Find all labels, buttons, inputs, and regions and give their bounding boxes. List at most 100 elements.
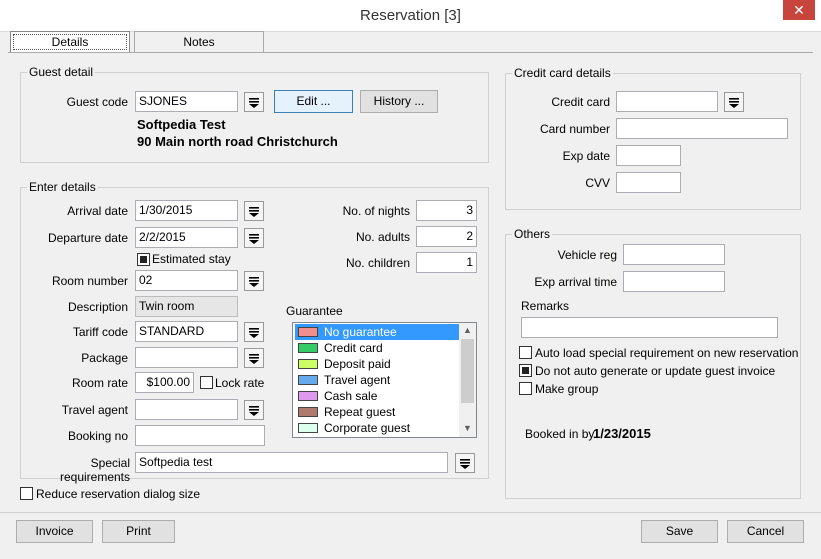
- list-icon: [249, 328, 259, 338]
- vehicle-reg-label: Vehicle reg: [557, 248, 617, 262]
- list-icon: [460, 459, 470, 469]
- departure-date-input[interactable]: 2/2/2015: [135, 227, 238, 248]
- list-item[interactable]: No guarantee: [295, 324, 459, 340]
- no-auto-invoice-label: Do not auto generate or update guest inv…: [535, 364, 776, 378]
- estimated-stay-checkbox[interactable]: [137, 253, 150, 266]
- list-item[interactable]: Repeat guest: [295, 404, 459, 420]
- list-item[interactable]: Cash sale: [295, 388, 459, 404]
- special-requirements-dropdown[interactable]: [455, 453, 475, 473]
- remarks-input[interactable]: [521, 317, 778, 338]
- scroll-thumb[interactable]: [461, 339, 474, 403]
- color-swatch: [298, 359, 318, 369]
- exp-date-input[interactable]: [616, 145, 681, 166]
- travel-agent-label: Travel agent: [61, 403, 128, 417]
- tab-notes[interactable]: Notes: [134, 31, 264, 53]
- booking-no-input[interactable]: [135, 425, 265, 446]
- make-group-checkbox[interactable]: [519, 382, 532, 395]
- list-item[interactable]: Deposit paid: [295, 356, 459, 372]
- close-button[interactable]: ✕: [783, 0, 815, 20]
- departure-date-dropdown[interactable]: [244, 228, 264, 248]
- arrival-date-label: Arrival date: [67, 204, 128, 218]
- room-rate-input[interactable]: $100.00: [135, 372, 194, 393]
- list-icon: [249, 277, 259, 287]
- guarantee-listbox[interactable]: No guarantee Credit card Deposit paid Tr…: [292, 322, 477, 438]
- auto-load-checkbox[interactable]: [519, 346, 532, 359]
- credit-card-input[interactable]: [616, 91, 718, 112]
- booking-no-label: Booking no: [67, 429, 128, 443]
- credit-card-dropdown[interactable]: [724, 92, 744, 112]
- list-item-label: Repeat guest: [324, 405, 396, 419]
- children-input[interactable]: 1: [416, 252, 477, 273]
- reduce-dialog-label: Reduce reservation dialog size: [36, 487, 201, 501]
- lock-rate-label: Lock rate: [215, 376, 265, 390]
- package-input[interactable]: [135, 347, 238, 368]
- history-button[interactable]: History ...: [360, 90, 438, 113]
- list-item[interactable]: Travel agent: [295, 372, 459, 388]
- estimated-stay-label: Estimated stay: [152, 252, 231, 266]
- adults-input[interactable]: 2: [416, 226, 477, 247]
- arrival-date-dropdown[interactable]: [244, 201, 264, 221]
- reduce-dialog-checkbox[interactable]: [20, 487, 33, 500]
- tariff-code-dropdown[interactable]: [244, 322, 264, 342]
- nights-input[interactable]: 3: [416, 200, 477, 221]
- exp-arrival-time-input[interactable]: [623, 271, 725, 292]
- room-rate-label: Room rate: [71, 376, 128, 390]
- travel-agent-dropdown[interactable]: [244, 400, 264, 420]
- tab-details-label: Details: [12, 34, 128, 50]
- guest-detail-title: Guest detail: [27, 65, 96, 79]
- tariff-code-input[interactable]: STANDARD: [135, 321, 238, 342]
- card-number-input[interactable]: [616, 118, 788, 139]
- print-button[interactable]: Print: [102, 520, 175, 543]
- tab-details[interactable]: Details: [10, 31, 130, 53]
- children-label: No. children: [345, 256, 410, 270]
- exp-date-label: Exp date: [562, 149, 610, 163]
- cvv-input[interactable]: [616, 172, 681, 193]
- edit-guest-button[interactable]: Edit ...: [274, 90, 353, 113]
- list-item-label: Corporate guest: [324, 421, 411, 435]
- package-dropdown[interactable]: [244, 348, 264, 368]
- chevron-up-icon[interactable]: ▲: [463, 325, 472, 335]
- list-icon: [249, 406, 259, 416]
- list-item[interactable]: Corporate guest: [295, 420, 459, 436]
- card-number-label: Card number: [539, 122, 610, 136]
- window-title: Reservation [3]: [360, 7, 461, 24]
- invoice-button[interactable]: Invoice: [16, 520, 93, 543]
- guest-name: Softpedia Test: [137, 117, 226, 132]
- cancel-button[interactable]: Cancel: [727, 520, 804, 543]
- room-number-dropdown[interactable]: [244, 271, 264, 291]
- no-auto-invoice-checkbox[interactable]: [519, 364, 532, 377]
- guest-code-input[interactable]: SJONES: [135, 91, 238, 112]
- color-swatch: [298, 375, 318, 385]
- guarantee-scrollbar[interactable]: ▲ ▼: [459, 323, 476, 437]
- color-swatch: [298, 343, 318, 353]
- auto-load-label: Auto load special requirement on new res…: [535, 346, 799, 360]
- chevron-down-icon[interactable]: ▼: [463, 423, 472, 433]
- guest-code-label: Guest code: [66, 95, 128, 109]
- list-icon: [249, 98, 259, 108]
- booked-in-by-value: 1/23/2015: [593, 426, 651, 441]
- lock-rate-checkbox[interactable]: [200, 376, 213, 389]
- special-requirements-input[interactable]: Softpedia test: [135, 452, 448, 473]
- list-item-label: No guarantee: [324, 325, 397, 339]
- list-icon: [249, 207, 259, 217]
- color-swatch: [298, 391, 318, 401]
- list-item-label: Travel agent: [324, 373, 391, 387]
- list-icon: [249, 234, 259, 244]
- list-item[interactable]: Credit card: [295, 340, 459, 356]
- vehicle-reg-input[interactable]: [623, 244, 725, 265]
- departure-date-label: Departure date: [47, 231, 128, 245]
- credit-card-title: Credit card details: [512, 66, 613, 80]
- color-swatch: [298, 327, 318, 337]
- arrival-date-input[interactable]: 1/30/2015: [135, 200, 238, 221]
- booked-in-by-label: Booked in by: [525, 427, 595, 441]
- description-field: Twin room: [135, 296, 238, 317]
- credit-card-label: Credit card: [551, 95, 610, 109]
- exp-arrival-time-label: Exp arrival time: [534, 275, 617, 289]
- room-number-input[interactable]: 02: [135, 270, 238, 291]
- travel-agent-input[interactable]: [135, 399, 238, 420]
- save-button[interactable]: Save: [641, 520, 718, 543]
- nights-label: No. of nights: [342, 204, 410, 218]
- color-swatch: [298, 423, 318, 433]
- guest-code-dropdown[interactable]: [244, 92, 264, 112]
- list-item-label: Cash sale: [324, 389, 378, 403]
